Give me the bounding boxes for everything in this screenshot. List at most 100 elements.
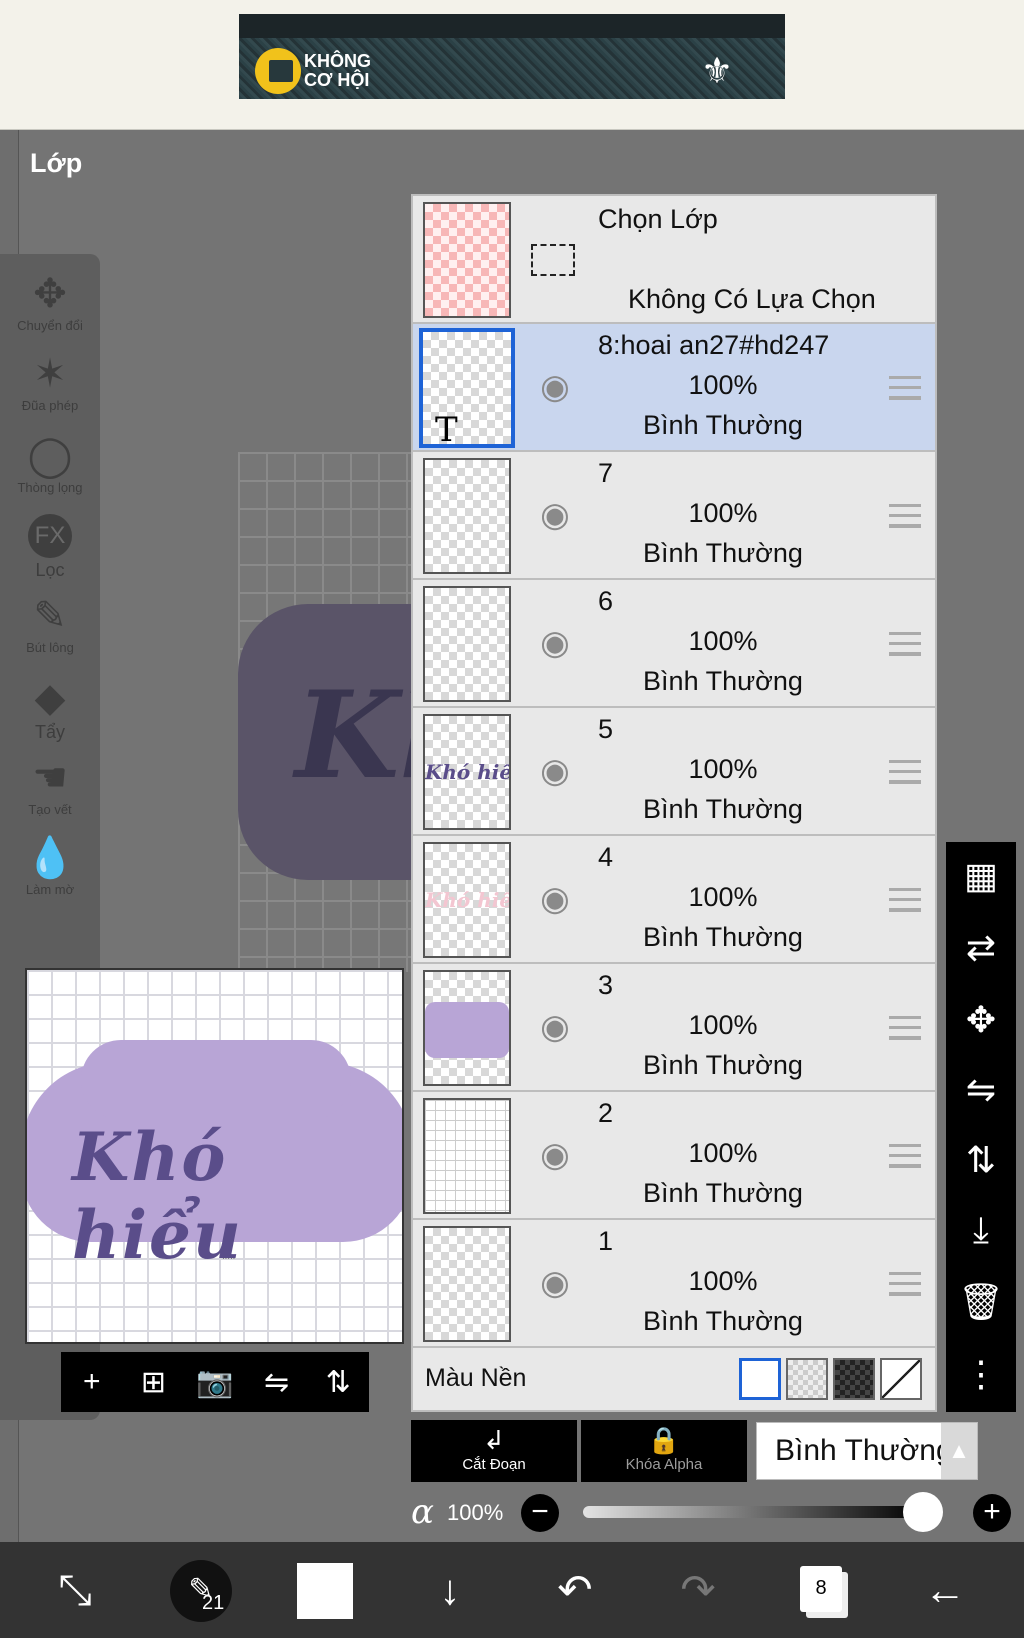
tool-pen[interactable]: ✎ Bút lông xyxy=(0,592,100,655)
alpha-lock-button[interactable]: 🔒 Khóa Alpha xyxy=(581,1420,747,1482)
eye-icon[interactable]: ◉ xyxy=(531,754,579,788)
opacity-slider-knob[interactable] xyxy=(903,1492,943,1532)
arrow-down-icon[interactable]: ↓ xyxy=(405,1542,495,1638)
panel-title: Lớp xyxy=(30,148,83,178)
drag-handle-icon[interactable] xyxy=(889,1144,921,1168)
layer-row[interactable]: Khó hiểu ◉ 4 100% Bình Thường xyxy=(413,836,935,964)
back-arrow-icon[interactable]: ← xyxy=(900,1542,990,1638)
color-swatch[interactable] xyxy=(297,1563,353,1619)
layer-row[interactable]: ◉ 3 100% Bình Thường xyxy=(413,964,935,1092)
flip-horizontal-icon[interactable]: ⇋ xyxy=(252,1365,302,1400)
bg-swatch-white[interactable] xyxy=(739,1358,781,1400)
tool-transform[interactable]: ✥ Chuyển đổi xyxy=(0,270,100,333)
layer-name: 4 xyxy=(598,842,614,872)
chevron-up-icon: ▲ xyxy=(941,1423,977,1479)
eye-icon[interactable]: ◉ xyxy=(531,882,579,916)
layer-row[interactable]: Khó hiểu ◉ 5 100% Bình Thường xyxy=(413,708,935,836)
layer-opacity: 100% xyxy=(688,1266,758,1296)
layer-opacity: 100% xyxy=(688,626,758,656)
tool-magic-wand[interactable]: ✶ Đũa phép xyxy=(0,350,100,413)
drag-handle-icon[interactable] xyxy=(889,1272,921,1296)
opacity-slider[interactable] xyxy=(583,1506,923,1518)
transform-layer-icon[interactable]: ⇄ xyxy=(946,926,1016,970)
layers-panel: Chọn Lớp Không Có Lựa Chọn T ◉ 8:hoai an… xyxy=(411,194,937,1412)
tool-label: Tẩy xyxy=(34,722,65,742)
layer-name: 6 xyxy=(598,586,614,616)
ad-area: KHÔNG CƠ HỘI ⚜ xyxy=(0,0,1024,130)
layer-blend-mode: Bình Thường xyxy=(643,1050,803,1080)
lasso-icon: ◯ xyxy=(27,434,73,478)
blur-icon: 💧 xyxy=(25,836,75,880)
layer-opacity: 100% xyxy=(688,498,758,528)
selection-title: Chọn Lớp xyxy=(598,204,718,234)
bg-swatch-transparent-dark[interactable] xyxy=(833,1358,875,1400)
undo-icon[interactable]: ↶ xyxy=(530,1542,620,1638)
crest-icon: ⚜ xyxy=(700,50,734,91)
tool-smudge[interactable]: ☚ Tạo vết xyxy=(0,754,100,817)
layer-row[interactable]: ◉ 1 100% Bình Thường xyxy=(413,1220,935,1348)
camera-icon[interactable]: 📷 xyxy=(190,1365,240,1400)
move-icon[interactable]: ✥ xyxy=(946,998,1016,1042)
redo-icon[interactable]: ↷ xyxy=(653,1542,743,1638)
fx-icon: FX xyxy=(0,512,100,560)
bg-swatch-none[interactable] xyxy=(880,1358,922,1400)
opacity-increase-button[interactable]: + xyxy=(973,1494,1011,1532)
right-toolbar: ▦ ⇄ ✥ ⇋ ⇅ ⤓ 🗑 ⋮ xyxy=(946,842,1016,1412)
tool-label: Làm mờ xyxy=(25,882,75,897)
tool-eraser[interactable]: ◆ Tẩy xyxy=(0,674,100,743)
layer-blend-mode: Bình Thường xyxy=(643,922,803,952)
tool-label: Đũa phép xyxy=(21,398,79,413)
flip-vertical-icon[interactable]: ⇅ xyxy=(946,1138,1016,1182)
tool-filter[interactable]: FX Lọc xyxy=(0,512,100,581)
layer-row[interactable]: ◉ 6 100% Bình Thường xyxy=(413,580,935,708)
ad-banner[interactable]: KHÔNG CƠ HỘI ⚜ xyxy=(239,14,785,99)
drag-handle-icon[interactable] xyxy=(889,632,921,656)
more-options-icon[interactable]: ⋮ xyxy=(946,1352,1016,1396)
checkerboard-icon[interactable]: ▦ xyxy=(946,854,1016,898)
selection-thumbnail xyxy=(423,202,511,318)
eye-icon[interactable]: ◉ xyxy=(531,1266,579,1300)
add-layer-icon[interactable]: + xyxy=(67,1365,117,1399)
selection-layer-row[interactable]: Chọn Lớp Không Có Lựa Chọn xyxy=(413,196,935,324)
eye-icon[interactable]: ◉ xyxy=(531,626,579,660)
transform-tool-icon[interactable]: ⤡ xyxy=(30,1542,120,1638)
layer-row[interactable]: ◉ 2 100% Bình Thường xyxy=(413,1092,935,1220)
blend-mode-select[interactable]: Bình Thường ▲ xyxy=(756,1422,978,1480)
layer-opacity: 100% xyxy=(688,1010,758,1040)
layer-row[interactable]: ◉ 7 100% Bình Thường xyxy=(413,452,935,580)
clipping-button[interactable]: ↲ Cắt Đoạn xyxy=(411,1420,577,1482)
pen-icon: ✎ xyxy=(33,594,67,638)
opacity-value: 100% xyxy=(447,1500,504,1525)
flip-vertical-icon[interactable]: ⇅ xyxy=(313,1365,363,1400)
drag-handle-icon[interactable] xyxy=(889,1016,921,1040)
drag-handle-icon[interactable] xyxy=(889,888,921,912)
thumbnail-shape xyxy=(425,1002,509,1058)
canvas-preview[interactable]: Khó hiểu ····· xyxy=(25,968,404,1344)
layer-blend-mode: Bình Thường xyxy=(643,1178,803,1208)
tool-label: Chuyển đổi xyxy=(17,318,83,333)
eye-icon[interactable]: ◉ xyxy=(531,370,579,404)
selection-subtitle: Không Có Lựa Chọn xyxy=(628,284,876,314)
tool-blur[interactable]: 💧 Làm mờ xyxy=(0,834,100,897)
drag-handle-icon[interactable] xyxy=(889,760,921,784)
tool-label: Lọc xyxy=(35,560,65,580)
eye-icon[interactable]: ◉ xyxy=(531,1138,579,1172)
merge-down-icon[interactable]: ⤓ xyxy=(946,1208,1016,1252)
trash-icon[interactable]: 🗑 xyxy=(946,1280,1016,1324)
drag-handle-icon[interactable] xyxy=(889,376,921,400)
tool-lasso[interactable]: ◯ Thòng lọng xyxy=(0,432,100,495)
ad-text-line2: CƠ HỘI xyxy=(304,70,370,90)
bg-swatch-transparent-light[interactable] xyxy=(786,1358,828,1400)
thumbnail-text: Khó hiểu xyxy=(425,760,511,784)
drag-handle-icon[interactable] xyxy=(889,504,921,528)
eye-icon[interactable]: ◉ xyxy=(531,498,579,532)
layer-row[interactable]: T ◉ 8:hoai an27#hd247 100% Bình Thường xyxy=(413,324,935,452)
layer-opacity: 100% xyxy=(688,882,758,912)
eye-icon[interactable]: ◉ xyxy=(531,1010,579,1044)
ad-logo-icon xyxy=(255,48,301,94)
layers-count-button[interactable]: 8 xyxy=(800,1566,842,1612)
clipping-label: Cắt Đoạn xyxy=(462,1456,526,1473)
add-layer-box-icon[interactable]: ⊞ xyxy=(128,1365,178,1400)
opacity-decrease-button[interactable]: − xyxy=(521,1494,559,1532)
flip-horizontal-icon[interactable]: ⇋ xyxy=(946,1068,1016,1112)
